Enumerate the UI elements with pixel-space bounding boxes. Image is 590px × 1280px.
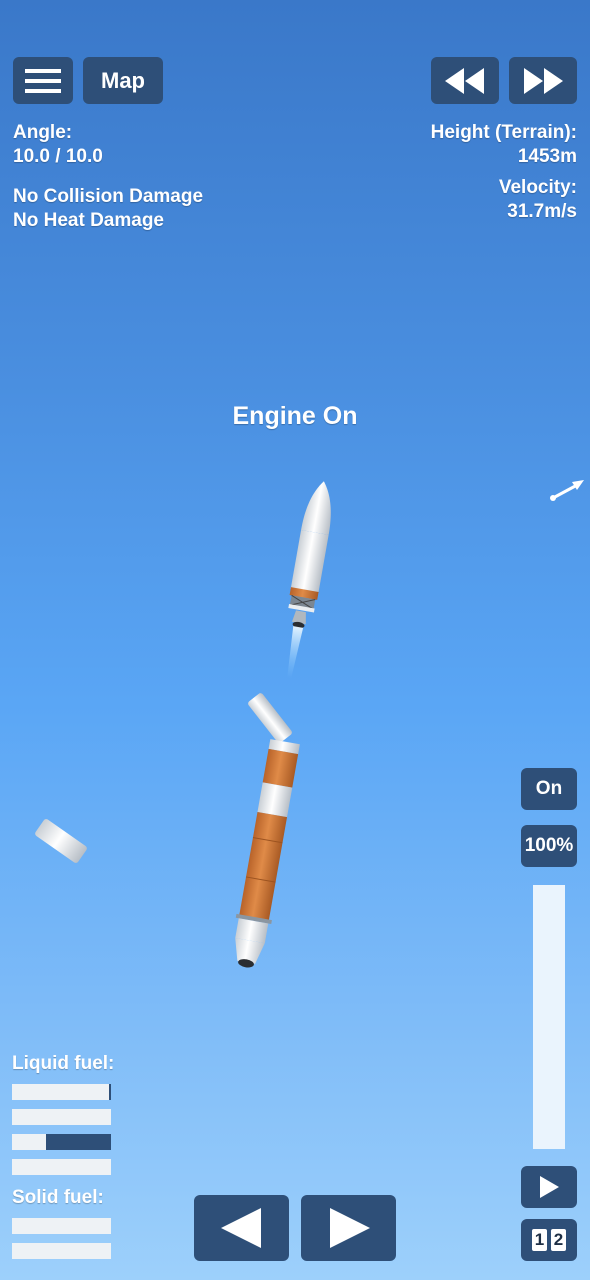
arrow-right-icon bbox=[329, 1208, 370, 1248]
booster-stage bbox=[235, 739, 300, 968]
rotate-left-button[interactable] bbox=[194, 1195, 289, 1261]
map-button[interactable]: Map bbox=[83, 57, 163, 104]
velocity-value: 31.7m/s bbox=[507, 201, 577, 222]
fast-forward-button[interactable] bbox=[509, 57, 577, 104]
throttle-readout: 100% bbox=[521, 825, 577, 867]
liquid-fuel-bar bbox=[12, 1084, 111, 1100]
upper-stage bbox=[287, 481, 331, 679]
liquid-fuel-bar bbox=[12, 1134, 111, 1150]
stage-2-label: 2 bbox=[551, 1229, 566, 1251]
liquid-fuel-bar bbox=[12, 1159, 111, 1175]
height-value: 1453m bbox=[517, 146, 577, 167]
angle-label: Angle: bbox=[13, 122, 73, 143]
solid-fuel-bar bbox=[12, 1218, 111, 1234]
liquid-fuel-bar-fill bbox=[45, 1134, 111, 1150]
solid-fuel-label: Solid fuel: bbox=[12, 1187, 104, 1208]
liquid-fuel-label: Liquid fuel: bbox=[12, 1053, 115, 1074]
debris-piece bbox=[35, 819, 87, 863]
liquid-fuel-bar-fill bbox=[109, 1084, 111, 1100]
arrow-left-icon bbox=[220, 1208, 261, 1248]
stage-play-button[interactable] bbox=[521, 1166, 577, 1208]
height-label: Height (Terrain): bbox=[430, 122, 577, 143]
heat-status: No Heat Damage bbox=[13, 210, 164, 231]
status-message: Engine On bbox=[232, 402, 358, 430]
rewind-icon bbox=[445, 67, 484, 94]
collision-status: No Collision Damage bbox=[13, 186, 204, 207]
play-icon bbox=[540, 1176, 559, 1198]
velocity-label: Velocity: bbox=[498, 177, 577, 198]
stage-1-label: 1 bbox=[532, 1229, 547, 1251]
throttle-slider-fill bbox=[533, 885, 565, 1149]
solid-fuel-bar bbox=[12, 1243, 111, 1259]
engine-toggle-button[interactable]: On bbox=[521, 768, 577, 810]
liquid-fuel-bar bbox=[12, 1109, 111, 1125]
stage-selector[interactable]: 1 2 bbox=[521, 1219, 577, 1261]
menu-button[interactable] bbox=[13, 57, 73, 104]
angle-value: 10.0 / 10.0 bbox=[13, 146, 103, 167]
throttle-slider[interactable] bbox=[533, 885, 565, 1149]
menu-icon bbox=[25, 68, 61, 93]
rewind-button[interactable] bbox=[431, 57, 499, 104]
fast-forward-icon bbox=[524, 67, 563, 94]
rotate-right-button[interactable] bbox=[301, 1195, 396, 1261]
fairing-debris bbox=[248, 693, 292, 743]
direction-arrow-icon bbox=[550, 480, 584, 501]
